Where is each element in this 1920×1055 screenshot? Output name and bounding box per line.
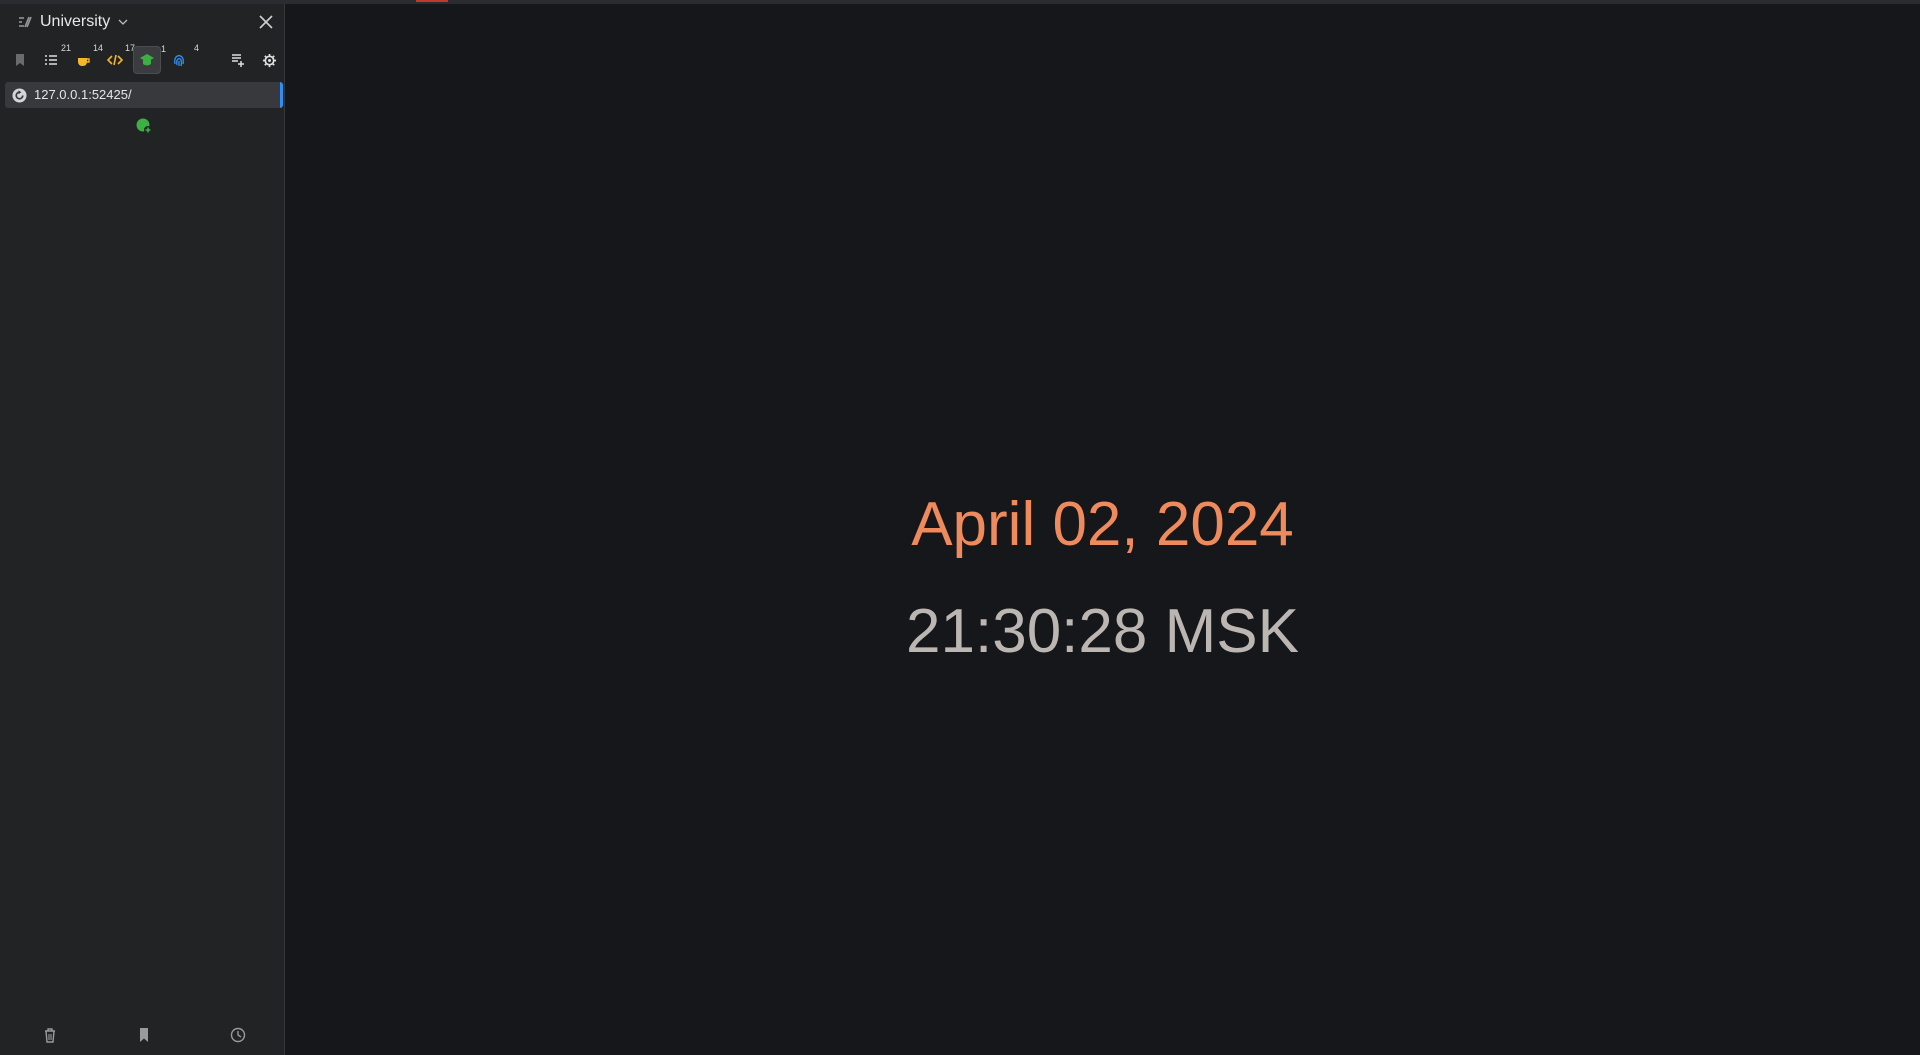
chevron-down-icon[interactable]	[118, 17, 128, 27]
settings-button[interactable]	[255, 46, 283, 74]
bookmark-icon	[16, 54, 24, 66]
fingerprint-icon	[174, 54, 184, 67]
bookmark-button[interactable]	[6, 46, 34, 74]
reload-icon[interactable]	[12, 88, 27, 103]
trash-icon[interactable]	[41, 1026, 59, 1044]
tab-indicator	[416, 0, 448, 2]
fingerprint-button[interactable]: 4	[165, 43, 199, 74]
coffee-button[interactable]: 14	[69, 43, 103, 74]
add-list-icon	[232, 54, 244, 67]
fingerprint-count: 4	[193, 43, 199, 53]
add-list-button[interactable]	[224, 46, 252, 74]
gear-icon	[262, 53, 276, 67]
code-icon	[107, 54, 123, 66]
code-button[interactable]: 17	[101, 43, 135, 74]
workspace-icon[interactable]	[17, 14, 33, 30]
sidebar-header: University	[0, 4, 284, 40]
graduation-button[interactable]: 1	[133, 44, 166, 74]
new-tab-icon[interactable]	[135, 117, 153, 135]
close-icon[interactable]	[256, 12, 276, 32]
graduation-cap-icon	[140, 54, 154, 66]
history-icon[interactable]	[229, 1026, 247, 1044]
bookmark-footer-icon[interactable]	[135, 1026, 153, 1044]
coffee-icon	[77, 58, 90, 66]
main-content: April 02, 2024 21:30:28 MSK	[285, 4, 1920, 1055]
time-display: 21:30:28 MSK	[906, 597, 1299, 666]
workspace-title[interactable]: University	[40, 13, 110, 31]
list-icon	[45, 55, 57, 65]
sidebar: University 21 14 17 1 4 127.0.0.1:52425/	[0, 4, 285, 1055]
list-button[interactable]: 21	[37, 43, 71, 74]
tab-url: 127.0.0.1:52425/	[34, 87, 132, 102]
tab-item[interactable]: 127.0.0.1:52425/	[5, 82, 283, 108]
sidebar-toolbar: 21 14 17 1 4	[0, 43, 284, 78]
date-display: April 02, 2024	[911, 490, 1294, 559]
